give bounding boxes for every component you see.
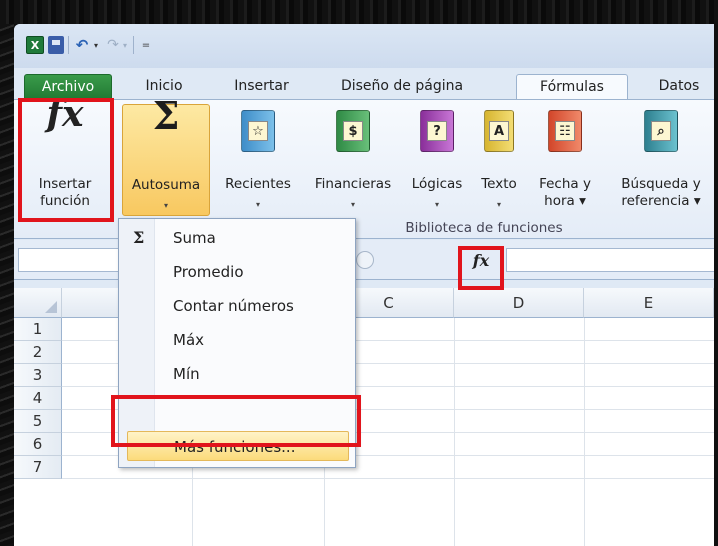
- menu-item-label: Promedio: [173, 263, 244, 281]
- tab-insert[interactable]: Insertar: [219, 74, 304, 99]
- quick-access-toolbar: X ↶ ▾ ↷ ▾ =: [14, 24, 714, 68]
- excel-app-icon[interactable]: X: [26, 36, 44, 54]
- lookup-label-line1: Búsqueda y: [621, 176, 701, 192]
- menu-item-count-numbers[interactable]: Contar números: [119, 289, 355, 323]
- undo-dropdown-icon[interactable]: ▾: [92, 36, 100, 54]
- formula-bar-circle-button[interactable]: [356, 251, 374, 269]
- sigma-icon: Σ: [133, 228, 145, 247]
- lookup-label: Búsqueda y referencia ▾: [608, 176, 714, 210]
- menu-item-label: Contar números: [173, 297, 294, 315]
- calendar-icon: ☷: [555, 121, 575, 141]
- recent-book-icon: ☆: [241, 110, 275, 152]
- grid-line: [62, 478, 714, 479]
- redo-dropdown-icon[interactable]: ▾: [121, 36, 129, 54]
- function-library-group-label: Biblioteca de funciones: [405, 220, 563, 236]
- annotation-insert-function: [18, 98, 114, 222]
- recent-functions-button[interactable]: ☆ Recientes ▾: [214, 104, 302, 216]
- row-header-4[interactable]: 4: [14, 387, 62, 410]
- financial-functions-button[interactable]: $ Financieras ▾: [304, 104, 402, 216]
- menu-item-label: Suma: [173, 229, 216, 247]
- toolbar-separator: [133, 36, 134, 54]
- date-book-icon: ☷: [548, 110, 582, 152]
- date-time-functions-button[interactable]: ☷ Fecha y hora ▾: [526, 104, 604, 216]
- toolbar-separator: [68, 36, 69, 54]
- menu-item-average[interactable]: Promedio: [119, 255, 355, 289]
- lookup-book-icon: ⌕: [644, 110, 678, 152]
- text-book-icon: A: [484, 110, 514, 152]
- lookup-label-line2: referencia ▾: [621, 193, 701, 209]
- date-time-label: Fecha y hora ▾: [526, 176, 604, 210]
- save-icon[interactable]: [48, 36, 64, 54]
- logical-book-icon: ?: [420, 110, 454, 152]
- lookup-reference-button[interactable]: ⌕ Búsqueda y referencia ▾: [608, 104, 714, 216]
- formula-input[interactable]: [506, 248, 714, 272]
- menu-item-label: Máx: [173, 331, 205, 349]
- row-header-1[interactable]: 1: [14, 318, 62, 341]
- logical-label: Lógicas: [411, 176, 463, 192]
- ribbon-tabs: Archivo Inicio Insertar Diseño de página…: [14, 68, 714, 101]
- tab-data[interactable]: Datos: [644, 74, 714, 99]
- menu-item-min[interactable]: Mín: [119, 357, 355, 391]
- desktop-background-top: [0, 0, 718, 24]
- sigma-icon: Σ: [152, 93, 180, 138]
- chevron-down-icon: ▾: [350, 200, 355, 209]
- text-label: Texto: [481, 176, 517, 192]
- financial-book-icon: $: [336, 110, 370, 152]
- desktop-background-right: [714, 24, 718, 546]
- letter-a-icon: A: [489, 121, 509, 141]
- annotation-more-functions: [111, 395, 361, 447]
- logical-functions-button[interactable]: ? Lógicas ▾: [404, 104, 470, 216]
- customize-toolbar-icon[interactable]: =: [140, 36, 152, 54]
- column-header-d[interactable]: D: [454, 288, 584, 318]
- date-time-label-line1: Fecha y: [539, 176, 591, 192]
- grid-line: [454, 318, 455, 546]
- chevron-down-icon: ▾: [255, 200, 260, 209]
- recent-label: Recientes: [225, 176, 291, 192]
- column-header-e[interactable]: E: [584, 288, 714, 318]
- text-functions-button[interactable]: A Texto ▾: [476, 104, 522, 216]
- undo-icon[interactable]: ↶: [74, 36, 90, 54]
- autosum-label: Autosuma: [131, 177, 201, 193]
- row-header-5[interactable]: 5: [14, 410, 62, 433]
- row-header-7[interactable]: 7: [14, 456, 62, 479]
- row-header-2[interactable]: 2: [14, 341, 62, 364]
- tab-page-layout[interactable]: Diseño de página: [332, 74, 472, 99]
- menu-item-max[interactable]: Máx: [119, 323, 355, 357]
- chevron-down-icon: ▾: [163, 201, 168, 210]
- magnifier-icon: ⌕: [651, 121, 671, 141]
- tab-formulas[interactable]: Fórmulas: [516, 74, 628, 101]
- chevron-down-icon: ▾: [434, 200, 439, 209]
- menu-item-label: Mín: [173, 365, 200, 383]
- financial-label: Financieras: [314, 176, 392, 192]
- grid-line: [584, 318, 585, 546]
- date-time-label-line2: hora ▾: [544, 193, 586, 209]
- desktop-background-left: [0, 24, 14, 546]
- excel-window: X ↶ ▾ ↷ ▾ = Archivo Inicio Insertar Dise…: [14, 24, 714, 546]
- star-icon: ☆: [248, 121, 268, 141]
- annotation-fx-button: [458, 246, 504, 290]
- redo-icon[interactable]: ↷: [106, 36, 120, 54]
- money-icon: $: [343, 121, 363, 141]
- row-header-6[interactable]: 6: [14, 433, 62, 456]
- autosum-button[interactable]: Σ Autosuma ▾: [122, 93, 210, 216]
- menu-item-sum[interactable]: Σ Suma: [119, 221, 355, 255]
- chevron-down-icon: ▾: [496, 200, 501, 209]
- select-all-corner[interactable]: [14, 288, 62, 318]
- row-header-3[interactable]: 3: [14, 364, 62, 387]
- question-icon: ?: [427, 121, 447, 141]
